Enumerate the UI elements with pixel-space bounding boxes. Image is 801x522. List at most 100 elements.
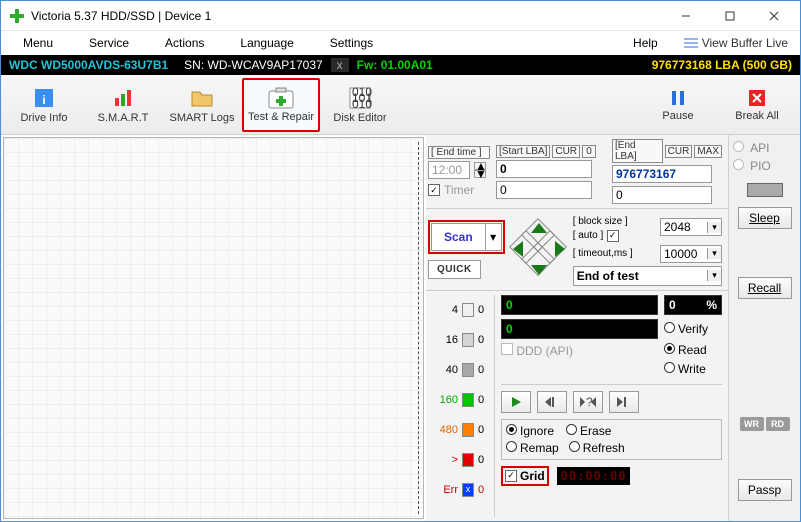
scan-grid	[4, 138, 423, 518]
read-radio-row[interactable]: Read	[664, 343, 722, 357]
close-button[interactable]	[752, 2, 796, 30]
end-lba-field[interactable]	[612, 165, 712, 183]
view-buffer-live[interactable]: View Buffer Live	[676, 36, 796, 50]
end-time-field[interactable]	[428, 161, 470, 179]
forward-button[interactable]	[609, 391, 639, 413]
mode-indicator	[747, 183, 783, 197]
ddd-label: DDD (API)	[516, 344, 573, 358]
auto-label: [ auto ]	[573, 230, 604, 241]
svg-text:i: i	[42, 93, 45, 107]
start-lba-field-2[interactable]	[496, 181, 592, 199]
sleep-button[interactable]: Sleep	[738, 207, 792, 229]
cur-button-1[interactable]: CUR	[552, 145, 580, 158]
elapsed-clock: 00:00:00	[557, 467, 631, 485]
device-lba: 976773168 LBA (500 GB)	[644, 58, 800, 72]
block-size-combo[interactable]: 2048▾	[660, 218, 722, 236]
menu-service[interactable]: Service	[71, 32, 147, 54]
maximize-button[interactable]	[708, 2, 752, 30]
speed-row-160: 1600	[428, 389, 488, 411]
forward-icon	[617, 396, 631, 408]
recall-button[interactable]: Recall	[738, 277, 792, 299]
wr-rd-indicator: WR RD	[740, 417, 790, 431]
pause-button[interactable]: Pause	[639, 78, 717, 132]
menu-language[interactable]: Language	[222, 32, 311, 54]
passp-button[interactable]: Passp	[738, 479, 792, 501]
grid-checkbox[interactable]: ✓	[505, 470, 517, 482]
menubar: Menu Service Actions Language Settings H…	[1, 31, 800, 55]
ignore-radio[interactable]: Ignore	[506, 424, 554, 438]
auto-checkbox[interactable]: ✓	[607, 230, 619, 242]
timeout-label: [ timeout,ms ]	[573, 248, 633, 259]
skip-button[interactable]: ?	[573, 391, 603, 413]
titlebar: Victoria 5.37 HDD/SSD | Device 1	[1, 1, 800, 31]
toolbar: i Drive Info S.M.A.R.T SMART Logs Test &…	[1, 75, 800, 135]
test-repair-button[interactable]: Test & Repair	[242, 78, 320, 132]
speed-row-480: 4800	[428, 419, 488, 441]
bars-icon	[684, 37, 698, 49]
menu-menu[interactable]: Menu	[5, 32, 71, 54]
end-time-spinner[interactable]: ▲▼	[474, 162, 486, 178]
pio-radio[interactable]: PIO	[733, 159, 796, 173]
device-fw: Fw: 01.00A01	[349, 58, 441, 72]
device-close-icon[interactable]: x	[331, 58, 349, 72]
nav-left[interactable]	[513, 241, 523, 257]
timeout-combo[interactable]: 10000▾	[660, 245, 722, 263]
device-model: WDC WD5000AVDS-63U7B1	[1, 58, 176, 72]
verify-radio-row[interactable]: Verify	[664, 322, 722, 336]
remap-radio[interactable]: Remap	[506, 441, 559, 455]
max-button[interactable]: MAX	[694, 145, 722, 158]
speed-row-16: 160	[428, 329, 488, 351]
timer-checkbox[interactable]: ✓	[428, 184, 440, 196]
stop-icon	[747, 88, 767, 108]
grid-checkbox-wrap: ✓ Grid	[501, 466, 549, 486]
drive-info-button[interactable]: i Drive Info	[5, 78, 83, 132]
device-strip: WDC WD5000AVDS-63U7B1 SN: WD-WCAV9AP1703…	[1, 55, 800, 75]
api-radio[interactable]: API	[733, 141, 796, 155]
ddd-checkbox[interactable]	[501, 343, 513, 355]
nav-up[interactable]	[531, 223, 547, 233]
speed-row-40: 400	[428, 359, 488, 381]
scan-map-panel	[3, 137, 424, 519]
end-of-test-combo[interactable]: End of test▾	[573, 266, 722, 286]
smart-icon	[111, 86, 135, 110]
play-button[interactable]	[501, 391, 531, 413]
end-lba-label: [End LBA]	[612, 139, 663, 163]
nav-down[interactable]	[531, 265, 547, 275]
folder-icon	[190, 86, 214, 110]
disk-editor-button[interactable]: 010111010001001 Disk Editor	[321, 78, 399, 132]
scan-dropdown[interactable]: ▾	[486, 223, 502, 251]
speed-row-4: 40	[428, 299, 488, 321]
right-aside: API PIO Sleep Recall WR RD Passp	[728, 135, 800, 521]
nav-right[interactable]	[555, 241, 565, 257]
nav-diamond	[511, 221, 567, 277]
menu-help[interactable]: Help	[615, 32, 676, 54]
menu-actions[interactable]: Actions	[147, 32, 222, 54]
break-all-button[interactable]: Break All	[718, 78, 796, 132]
erase-radio[interactable]: Erase	[566, 424, 611, 438]
menu-settings[interactable]: Settings	[312, 32, 391, 54]
start-lba-field[interactable]	[496, 160, 592, 178]
end-lba-field-2[interactable]	[612, 186, 712, 204]
start-lba-label: [Start LBA]	[496, 145, 550, 158]
smart-logs-button[interactable]: SMART Logs	[163, 78, 241, 132]
grid-label: Grid	[520, 469, 545, 483]
zero-button-1[interactable]: 0	[582, 145, 596, 158]
skip-icon: ?	[580, 396, 596, 408]
refresh-radio[interactable]: Refresh	[569, 441, 625, 455]
info-icon: i	[32, 86, 56, 110]
speed-row-err: Errx0	[428, 479, 488, 501]
control-panel: [ End time ] ▲▼ ✓ Timer [Start LBA] CUR …	[426, 135, 728, 521]
first-aid-icon	[268, 87, 294, 109]
scan-button[interactable]: Scan	[431, 223, 486, 251]
minimize-button[interactable]	[664, 2, 708, 30]
quick-button[interactable]: QUICK	[428, 260, 481, 279]
device-sn: SN: WD-WCAV9AP17037	[176, 58, 331, 72]
write-radio-row[interactable]: Write	[664, 362, 722, 376]
play-icon	[510, 396, 522, 408]
rewind-button[interactable]	[537, 391, 567, 413]
cur-button-2[interactable]: CUR	[665, 145, 693, 158]
smart-button[interactable]: S.M.A.R.T	[84, 78, 162, 132]
svg-text:01001: 01001	[352, 97, 372, 110]
rewind-icon	[545, 396, 559, 408]
view-buffer-label: View Buffer Live	[702, 36, 788, 50]
